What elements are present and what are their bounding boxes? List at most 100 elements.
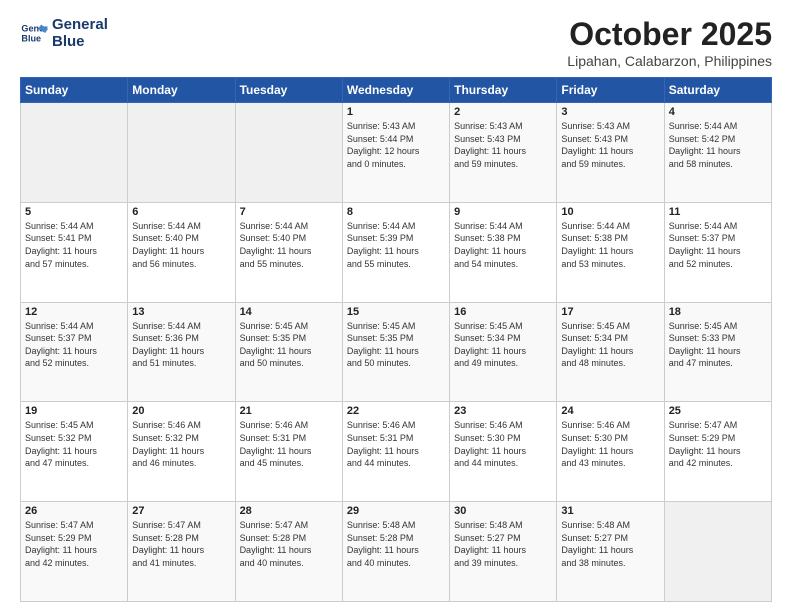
day-info: Sunrise: 5:46 AMSunset: 5:32 PMDaylight:…	[132, 419, 230, 469]
day-cell: 26 Sunrise: 5:47 AMSunset: 5:29 PMDayligh…	[21, 502, 128, 602]
day-info: Sunrise: 5:47 AMSunset: 5:29 PMDaylight:…	[669, 419, 767, 469]
day-cell: 2 Sunrise: 5:43 AMSunset: 5:43 PMDaylight…	[450, 103, 557, 203]
day-info: Sunrise: 5:47 AMSunset: 5:29 PMDaylight:…	[25, 519, 123, 569]
day-cell: 13 Sunrise: 5:44 AMSunset: 5:36 PMDayligh…	[128, 302, 235, 402]
day-number: 20	[132, 405, 230, 417]
weekday-header-sunday: Sunday	[21, 78, 128, 103]
day-cell: 21 Sunrise: 5:46 AMSunset: 5:31 PMDayligh…	[235, 402, 342, 502]
day-cell: 7 Sunrise: 5:44 AMSunset: 5:40 PMDaylight…	[235, 202, 342, 302]
day-info: Sunrise: 5:46 AMSunset: 5:31 PMDaylight:…	[240, 419, 338, 469]
day-cell: 31 Sunrise: 5:48 AMSunset: 5:27 PMDayligh…	[557, 502, 664, 602]
day-info: Sunrise: 5:44 AMSunset: 5:37 PMDaylight:…	[25, 320, 123, 370]
day-number: 22	[347, 405, 445, 417]
day-cell: 24Sunrise: 5:46 AMSunset: 5:30 PMDayligh…	[557, 402, 664, 502]
day-cell	[664, 502, 771, 602]
day-info: Sunrise: 5:44 AMSunset: 5:38 PMDaylight:…	[561, 220, 659, 270]
day-number: 3	[561, 106, 659, 118]
logo-icon: General Blue	[20, 19, 48, 47]
day-info: Sunrise: 5:45 AMSunset: 5:35 PMDaylight:…	[347, 320, 445, 370]
day-number: 30	[454, 505, 552, 517]
day-info: Sunrise: 5:46 AMSunset: 5:30 PMDaylight:…	[561, 419, 659, 469]
day-number: 5	[25, 206, 123, 218]
day-info: Sunrise: 5:44 AMSunset: 5:40 PMDaylight:…	[240, 220, 338, 270]
day-info: Sunrise: 5:44 AMSunset: 5:36 PMDaylight:…	[132, 320, 230, 370]
day-cell: 22 Sunrise: 5:46 AMSunset: 5:31 PMDayligh…	[342, 402, 449, 502]
day-number: 8	[347, 206, 445, 218]
day-cell: 18 Sunrise: 5:45 AMSunset: 5:33 PMDayligh…	[664, 302, 771, 402]
day-number: 27	[132, 505, 230, 517]
day-number: 25	[669, 405, 767, 417]
day-info: Sunrise: 5:45 AMSunset: 5:34 PMDaylight:…	[561, 320, 659, 370]
day-cell: 11 Sunrise: 5:44 AMSunset: 5:37 PMDayligh…	[664, 202, 771, 302]
location: Lipahan, Calabarzon, Philippines	[567, 53, 772, 69]
day-number: 12	[25, 306, 123, 318]
weekday-header-row: SundayMondayTuesdayWednesdayThursdayFrid…	[21, 78, 772, 103]
day-cell: 6 Sunrise: 5:44 AMSunset: 5:40 PMDaylight…	[128, 202, 235, 302]
day-number: 23	[454, 405, 552, 417]
day-number: 29	[347, 505, 445, 517]
day-cell: 28Sunrise: 5:47 AMSunset: 5:28 PMDayligh…	[235, 502, 342, 602]
day-cell: 27 Sunrise: 5:47 AMSunset: 5:28 PMDayligh…	[128, 502, 235, 602]
day-cell: 29 Sunrise: 5:48 AMSunset: 5:28 PMDayligh…	[342, 502, 449, 602]
day-cell: 15Sunrise: 5:45 AMSunset: 5:35 PMDayligh…	[342, 302, 449, 402]
day-cell: 20 Sunrise: 5:46 AMSunset: 5:32 PMDayligh…	[128, 402, 235, 502]
day-info: Sunrise: 5:43 AMSunset: 5:44 PMDaylight:…	[347, 120, 445, 170]
day-number: 14	[240, 306, 338, 318]
day-cell: 4 Sunrise: 5:44 AMSunset: 5:42 PMDaylight…	[664, 103, 771, 203]
day-number: 21	[240, 405, 338, 417]
day-cell: 23 Sunrise: 5:46 AMSunset: 5:30 PMDayligh…	[450, 402, 557, 502]
week-row-3: 12 Sunrise: 5:44 AMSunset: 5:37 PMDayligh…	[21, 302, 772, 402]
week-row-5: 26 Sunrise: 5:47 AMSunset: 5:29 PMDayligh…	[21, 502, 772, 602]
day-info: Sunrise: 5:43 AMSunset: 5:43 PMDaylight:…	[454, 120, 552, 170]
day-number: 9	[454, 206, 552, 218]
week-row-4: 19Sunrise: 5:45 AMSunset: 5:32 PMDayligh…	[21, 402, 772, 502]
day-number: 26	[25, 505, 123, 517]
day-info: Sunrise: 5:46 AMSunset: 5:30 PMDaylight:…	[454, 419, 552, 469]
day-cell	[235, 103, 342, 203]
day-info: Sunrise: 5:45 AMSunset: 5:33 PMDaylight:…	[669, 320, 767, 370]
weekday-header-tuesday: Tuesday	[235, 78, 342, 103]
day-info: Sunrise: 5:44 AMSunset: 5:42 PMDaylight:…	[669, 120, 767, 170]
day-info: Sunrise: 5:48 AMSunset: 5:27 PMDaylight:…	[454, 519, 552, 569]
day-info: Sunrise: 5:44 AMSunset: 5:39 PMDaylight:…	[347, 220, 445, 270]
day-cell: 19Sunrise: 5:45 AMSunset: 5:32 PMDayligh…	[21, 402, 128, 502]
day-cell: 3 Sunrise: 5:43 AMSunset: 5:43 PMDaylight…	[557, 103, 664, 203]
header: General Blue General Blue October 2025 L…	[20, 16, 772, 69]
day-info: Sunrise: 5:44 AMSunset: 5:38 PMDaylight:…	[454, 220, 552, 270]
weekday-header-friday: Friday	[557, 78, 664, 103]
logo-text: General Blue	[52, 16, 108, 51]
day-number: 11	[669, 206, 767, 218]
day-number: 6	[132, 206, 230, 218]
day-number: 31	[561, 505, 659, 517]
day-info: Sunrise: 5:47 AMSunset: 5:28 PMDaylight:…	[240, 519, 338, 569]
day-cell: 30 Sunrise: 5:48 AMSunset: 5:27 PMDayligh…	[450, 502, 557, 602]
day-info: Sunrise: 5:46 AMSunset: 5:31 PMDaylight:…	[347, 419, 445, 469]
day-number: 18	[669, 306, 767, 318]
weekday-header-saturday: Saturday	[664, 78, 771, 103]
day-info: Sunrise: 5:48 AMSunset: 5:27 PMDaylight:…	[561, 519, 659, 569]
logo-line2: Blue	[52, 33, 85, 50]
day-info: Sunrise: 5:44 AMSunset: 5:37 PMDaylight:…	[669, 220, 767, 270]
title-block: October 2025 Lipahan, Calabarzon, Philip…	[567, 16, 772, 69]
day-info: Sunrise: 5:45 AMSunset: 5:32 PMDaylight:…	[25, 419, 123, 469]
day-cell: 14 Sunrise: 5:45 AMSunset: 5:35 PMDayligh…	[235, 302, 342, 402]
day-number: 2	[454, 106, 552, 118]
day-info: Sunrise: 5:45 AMSunset: 5:35 PMDaylight:…	[240, 320, 338, 370]
week-row-2: 5Sunrise: 5:44 AMSunset: 5:41 PMDaylight…	[21, 202, 772, 302]
day-cell: 17Sunrise: 5:45 AMSunset: 5:34 PMDayligh…	[557, 302, 664, 402]
day-number: 7	[240, 206, 338, 218]
day-cell	[21, 103, 128, 203]
day-cell: 1Sunrise: 5:43 AMSunset: 5:44 PMDaylight…	[342, 103, 449, 203]
day-info: Sunrise: 5:48 AMSunset: 5:28 PMDaylight:…	[347, 519, 445, 569]
day-cell: 8 Sunrise: 5:44 AMSunset: 5:39 PMDaylight…	[342, 202, 449, 302]
page: General Blue General Blue October 2025 L…	[0, 0, 792, 612]
day-info: Sunrise: 5:43 AMSunset: 5:43 PMDaylight:…	[561, 120, 659, 170]
day-info: Sunrise: 5:44 AMSunset: 5:40 PMDaylight:…	[132, 220, 230, 270]
day-number: 16	[454, 306, 552, 318]
calendar: SundayMondayTuesdayWednesdayThursdayFrid…	[20, 77, 772, 602]
day-number: 13	[132, 306, 230, 318]
day-info: Sunrise: 5:47 AMSunset: 5:28 PMDaylight:…	[132, 519, 230, 569]
weekday-header-monday: Monday	[128, 78, 235, 103]
logo: General Blue General Blue	[20, 16, 108, 51]
day-number: 4	[669, 106, 767, 118]
